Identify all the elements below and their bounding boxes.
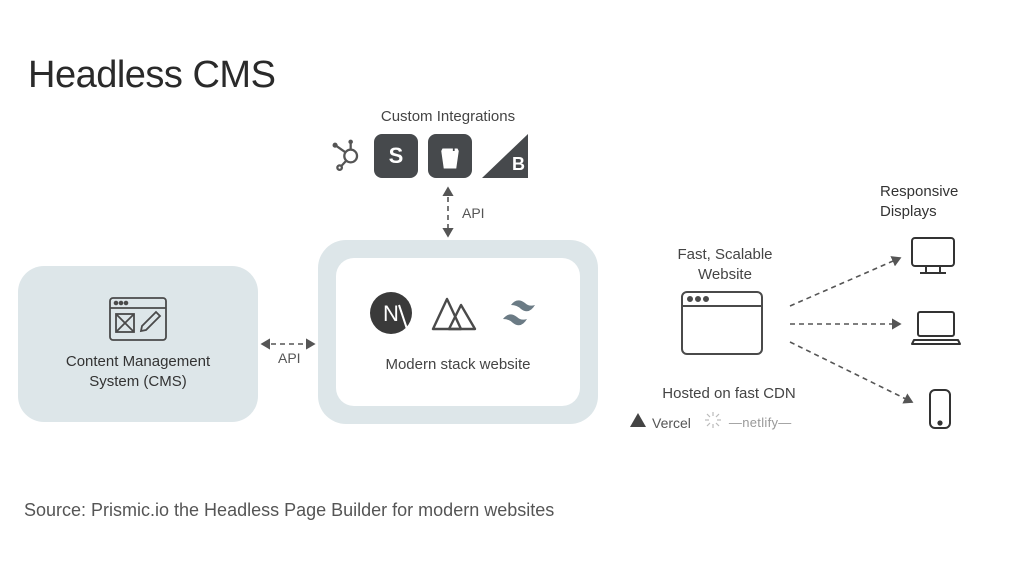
vercel-label: Vercel <box>652 415 691 431</box>
svg-text:B: B <box>512 154 525 174</box>
fast-scalable-label: Fast, Scalable Website <box>650 245 800 284</box>
browser-window-icon <box>680 290 764 356</box>
laptop-icon <box>910 310 962 351</box>
hubspot-icon <box>326 134 364 178</box>
netlify-label: —netlify— <box>729 415 792 430</box>
api-vertical-label: API <box>462 205 485 221</box>
page-title: Headless CMS <box>28 54 275 97</box>
desktop-icon <box>910 236 956 281</box>
cms-window-icon <box>108 296 168 342</box>
tailwind-icon <box>499 297 547 334</box>
nextjs-icon: N <box>369 291 413 340</box>
integrations-label: Custom Integrations <box>358 108 538 125</box>
integrations-row: S B <box>326 134 528 178</box>
modern-stack-inner: N Modern stack website <box>336 258 580 406</box>
fast-line1: Fast, Scalable <box>677 246 772 263</box>
api-horizontal-label: API <box>278 350 301 366</box>
source-attribution: Source: Prismic.io the Headless Page Bui… <box>24 500 554 521</box>
responsive-line1: Responsive <box>880 183 958 200</box>
stripe-icon: S <box>374 134 418 178</box>
nuxt-icon <box>431 293 481 338</box>
modern-stack-label: Modern stack website <box>385 356 530 373</box>
cdn-providers-row: Vercel —netlify— <box>630 410 792 435</box>
netlify-icon <box>703 410 723 435</box>
mobile-icon <box>928 388 952 435</box>
vercel-icon <box>630 413 646 432</box>
cms-label-line2: System (CMS) <box>89 372 187 392</box>
cms-box: Content Management System (CMS) <box>18 266 258 422</box>
responsive-displays-label: Responsive Displays <box>880 182 1000 221</box>
hosted-cdn-label: Hosted on fast CDN <box>644 385 814 402</box>
modern-stack-box: N Modern stack website <box>318 240 598 424</box>
responsive-line2: Displays <box>880 203 937 220</box>
cms-label-line1: Content Management <box>66 352 210 372</box>
fast-line2: Website <box>698 266 752 283</box>
svg-text:N: N <box>383 301 399 326</box>
shopify-icon <box>428 134 472 178</box>
bigcommerce-icon: B <box>482 134 528 178</box>
